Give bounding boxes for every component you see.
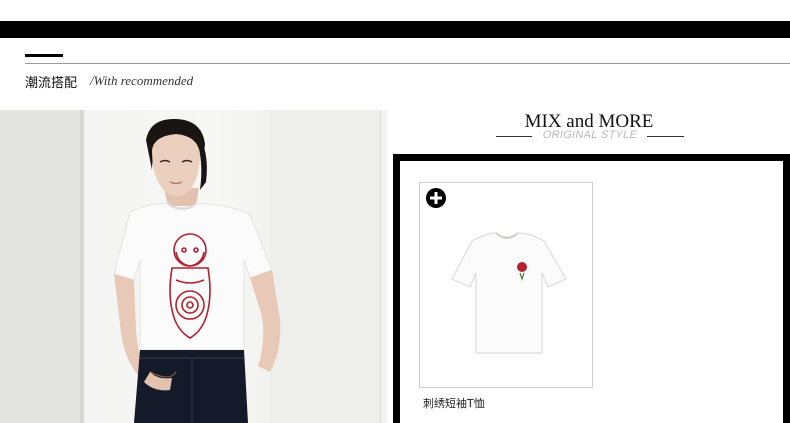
mix-rule-left [496, 136, 532, 137]
section-subtitle: /With recommended [90, 73, 194, 88]
mix-rule-right [647, 136, 684, 137]
title-accent-rule [25, 54, 63, 57]
product-card[interactable] [419, 182, 593, 388]
plus-circle-icon[interactable] [426, 188, 446, 208]
model-illustration [0, 110, 380, 423]
product-name[interactable]: 刺绣短袖T恤 [423, 395, 485, 411]
top-banner-bar [0, 21, 790, 38]
photo-edge [380, 110, 387, 423]
product-image[interactable] [420, 183, 594, 389]
section-divider [25, 63, 790, 64]
section-title: 潮流搭配 [25, 76, 78, 91]
mix-subtitle: ORIGINAL STYLE [542, 129, 638, 141]
model-photo [0, 110, 387, 423]
